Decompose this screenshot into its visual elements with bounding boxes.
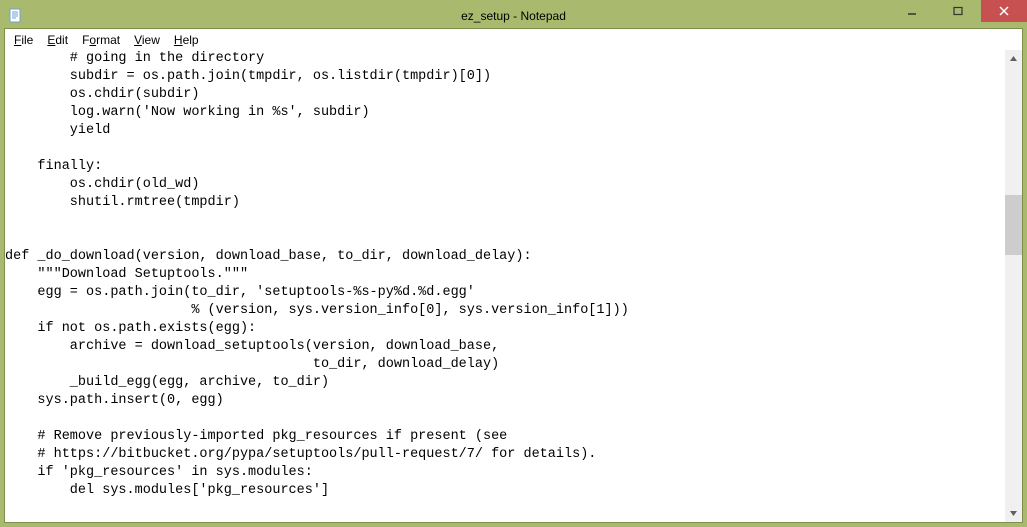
- menu-edit[interactable]: Edit: [40, 31, 75, 49]
- window-controls: [889, 0, 1027, 22]
- window-frame: ez_setup - Notepad File Edit Format View…: [0, 0, 1027, 527]
- menu-file[interactable]: File: [7, 31, 40, 49]
- text-editor[interactable]: # going in the directory subdir = os.pat…: [5, 50, 1005, 522]
- scroll-up-button[interactable]: [1005, 50, 1022, 67]
- maximize-button[interactable]: [935, 0, 981, 22]
- client-area: File Edit Format View Help # going in th…: [4, 28, 1023, 523]
- menu-view[interactable]: View: [127, 31, 167, 49]
- minimize-button[interactable]: [889, 0, 935, 22]
- titlebar[interactable]: ez_setup - Notepad: [4, 4, 1023, 28]
- menubar: File Edit Format View Help: [5, 29, 1022, 50]
- close-button[interactable]: [981, 0, 1027, 22]
- menu-format[interactable]: Format: [75, 31, 127, 49]
- scroll-track[interactable]: [1005, 67, 1022, 505]
- scroll-down-button[interactable]: [1005, 505, 1022, 522]
- menu-help[interactable]: Help: [167, 31, 206, 49]
- window-title: ez_setup - Notepad: [4, 9, 1023, 23]
- app-icon: [8, 8, 24, 24]
- scroll-thumb[interactable]: [1005, 195, 1022, 255]
- vertical-scrollbar[interactable]: [1005, 50, 1022, 522]
- editor-wrap: # going in the directory subdir = os.pat…: [5, 50, 1022, 522]
